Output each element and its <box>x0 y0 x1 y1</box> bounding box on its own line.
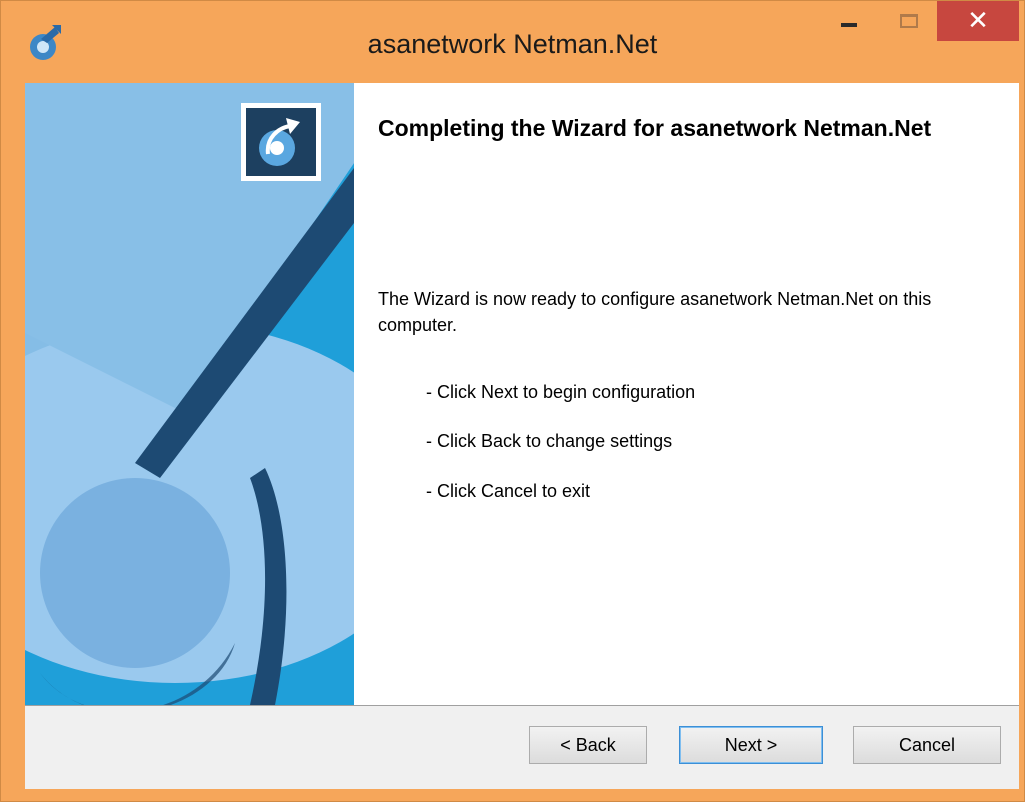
installer-window: asanetwork Netman.Net ✕ Completing the W… <box>0 0 1025 802</box>
minimize-icon <box>841 23 857 27</box>
back-button[interactable]: < Back <box>529 726 647 764</box>
wizard-description: The Wizard is now ready to configure asa… <box>378 289 932 335</box>
wizard-body: Completing the Wizard for asanetwork Net… <box>25 83 1019 789</box>
button-bar: < Back Next > Cancel <box>25 705 1019 789</box>
close-icon: ✕ <box>967 6 989 36</box>
product-logo-icon <box>259 118 300 166</box>
maximize-button[interactable] <box>879 1 939 41</box>
close-button[interactable]: ✕ <box>937 1 1019 41</box>
cancel-button[interactable]: Cancel <box>853 726 1001 764</box>
step-back-instruction: - Click Back to change settings <box>426 431 673 451</box>
wizard-banner-image <box>25 83 354 705</box>
next-button[interactable]: Next > <box>679 726 823 764</box>
step-cancel-instruction: - Click Cancel to exit <box>426 481 591 501</box>
maximize-icon <box>900 14 918 28</box>
product-logo <box>241 103 321 181</box>
wizard-content: Completing the Wizard for asanetwork Net… <box>354 83 1019 705</box>
step-next-instruction: - Click Next to begin configuration <box>426 382 696 402</box>
title-bar[interactable]: asanetwork Netman.Net ✕ <box>1 1 1024 83</box>
page-title: Completing the Wizard for asanetwork Net… <box>378 115 932 141</box>
minimize-button[interactable] <box>819 1 879 41</box>
